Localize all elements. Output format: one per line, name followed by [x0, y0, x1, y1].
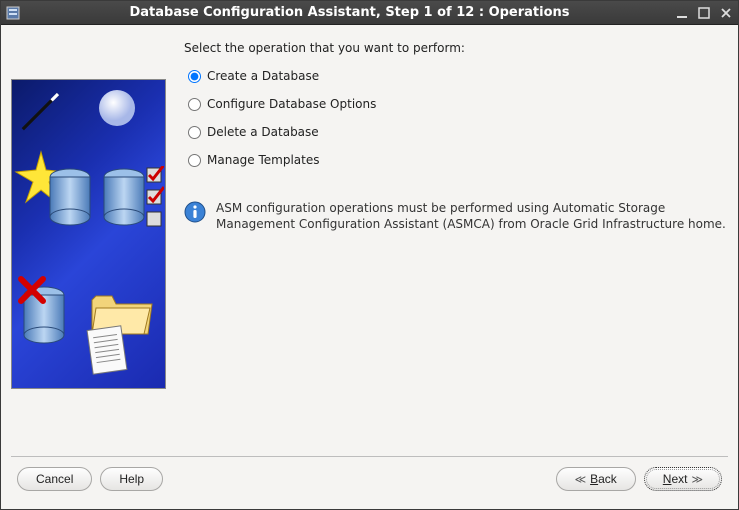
- button-label: Next: [663, 472, 688, 486]
- option-label: Configure Database Options: [207, 97, 376, 111]
- window-title: Database Configuration Assistant, Step 1…: [25, 5, 674, 20]
- info-row: ASM configuration operations must be per…: [184, 201, 728, 232]
- option-manage-templates[interactable]: Manage Templates: [188, 153, 728, 167]
- app-icon: [5, 5, 21, 21]
- checklist-icon: [146, 166, 164, 230]
- window-frame: Database Configuration Assistant, Step 1…: [0, 0, 739, 510]
- minimize-button[interactable]: [674, 5, 690, 21]
- titlebar: Database Configuration Assistant, Step 1…: [1, 1, 738, 25]
- database-cylinder-icon: [102, 168, 146, 226]
- radio-manage-templates[interactable]: [188, 154, 201, 167]
- button-label: Help: [119, 472, 144, 486]
- help-button[interactable]: Help: [100, 467, 163, 491]
- radio-delete-database[interactable]: [188, 126, 201, 139]
- radio-create-database[interactable]: [188, 70, 201, 83]
- wand-icon: [18, 86, 66, 134]
- next-button[interactable]: Next ≫: [644, 467, 722, 491]
- chevron-right-icon: ≫: [691, 473, 703, 486]
- chevron-left-icon: ≪: [575, 473, 587, 486]
- window-controls: [674, 5, 734, 21]
- button-label: Back: [590, 472, 617, 486]
- prompt-text: Select the operation that you want to pe…: [184, 41, 728, 55]
- document-icon: [84, 324, 134, 380]
- option-label: Delete a Database: [207, 125, 319, 139]
- radio-configure-database[interactable]: [188, 98, 201, 111]
- option-create-database[interactable]: Create a Database: [188, 69, 728, 83]
- delete-x-icon: [18, 276, 46, 304]
- close-button[interactable]: [718, 5, 734, 21]
- option-configure-database[interactable]: Configure Database Options: [188, 97, 728, 111]
- button-label: Cancel: [36, 472, 73, 486]
- footer-bar: Cancel Help ≪ Back Next ≫: [11, 456, 728, 501]
- option-label: Manage Templates: [207, 153, 320, 167]
- maximize-button[interactable]: [696, 5, 712, 21]
- info-text: ASM configuration operations must be per…: [216, 201, 728, 232]
- moon-icon: [95, 86, 139, 130]
- option-label: Create a Database: [207, 69, 319, 83]
- database-cylinder-icon: [48, 168, 92, 226]
- main-column: Select the operation that you want to pe…: [184, 33, 728, 456]
- option-delete-database[interactable]: Delete a Database: [188, 125, 728, 139]
- wizard-side-image: [11, 79, 166, 389]
- main-row: Select the operation that you want to pe…: [11, 33, 728, 456]
- info-icon: [184, 201, 206, 223]
- content-area: Select the operation that you want to pe…: [1, 25, 738, 509]
- back-button[interactable]: ≪ Back: [556, 467, 636, 491]
- operation-options: Create a Database Configure Database Opt…: [188, 69, 728, 167]
- cancel-button[interactable]: Cancel: [17, 467, 92, 491]
